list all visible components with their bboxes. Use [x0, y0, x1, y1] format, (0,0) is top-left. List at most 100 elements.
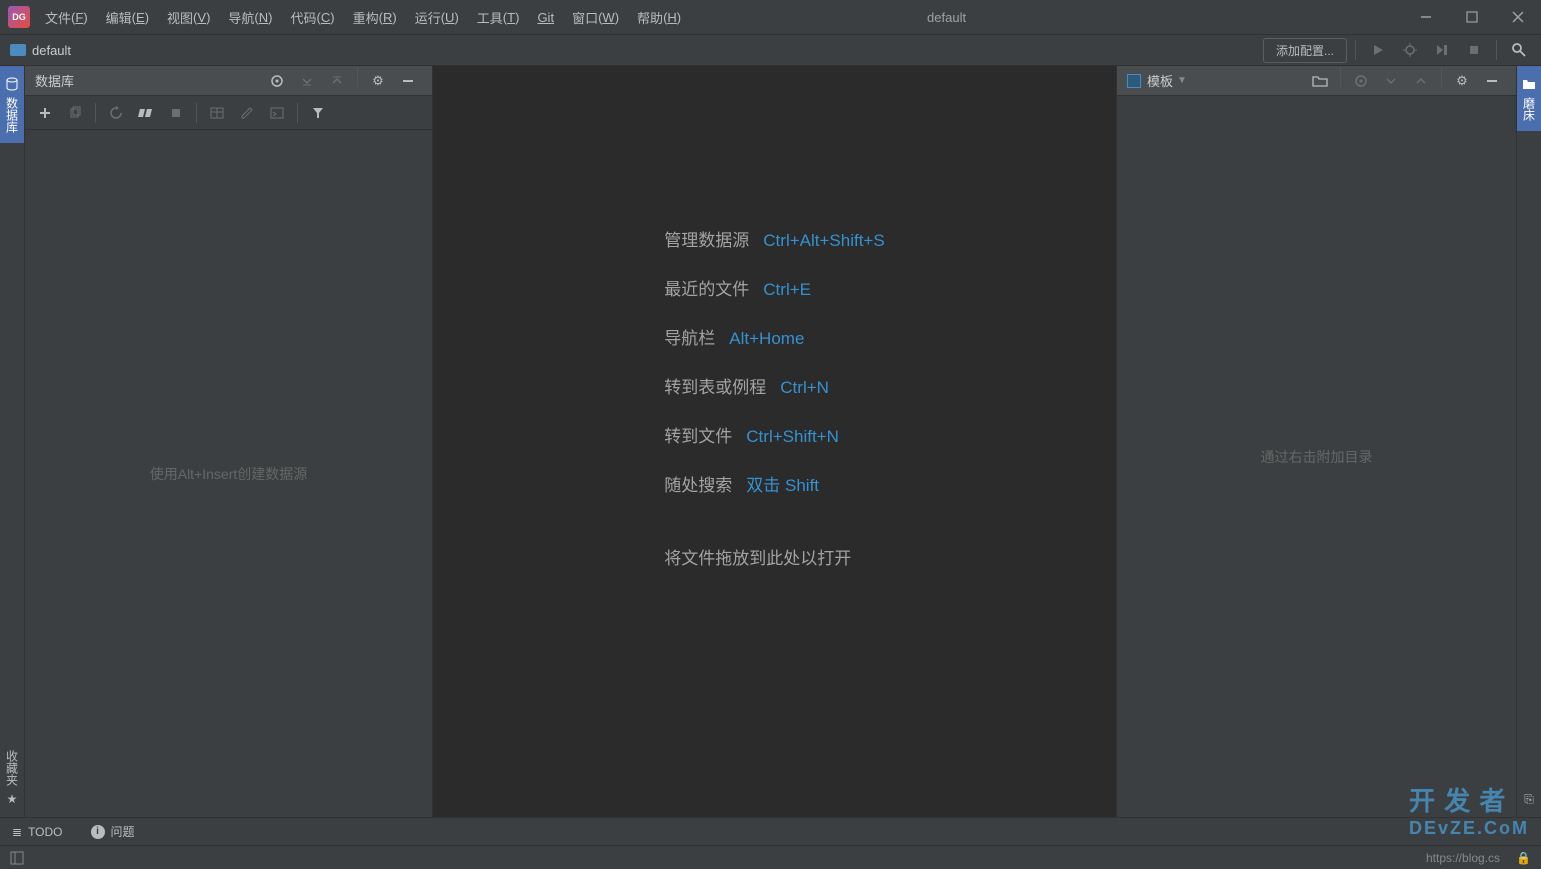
- scratches-icon: ⎘: [1521, 791, 1537, 807]
- breadcrumb[interactable]: default: [32, 43, 71, 58]
- chevron-down-icon[interactable]: ▼: [1177, 75, 1187, 86]
- add-configuration-button[interactable]: 添加配置...: [1263, 38, 1347, 63]
- copy-icon[interactable]: [61, 99, 89, 127]
- info-icon: i: [91, 825, 105, 839]
- collapse-icon[interactable]: [1407, 67, 1435, 95]
- run-icon[interactable]: [1364, 36, 1392, 64]
- problems-tool-button[interactable]: i 问题: [85, 818, 141, 845]
- database-panel-title: 数据库: [35, 71, 74, 90]
- shortcut-nav-bar: 导航栏Alt+Home: [664, 324, 884, 349]
- stop-query-icon[interactable]: [162, 99, 190, 127]
- console-icon[interactable]: [263, 99, 291, 127]
- debug-icon[interactable]: [1396, 36, 1424, 64]
- menu-tools[interactable]: 工具(T): [468, 0, 529, 34]
- menu-file[interactable]: 文件(F): [36, 0, 97, 34]
- menu-edit[interactable]: 编辑(E): [97, 0, 158, 34]
- folder-icon: [1521, 76, 1537, 92]
- shortcut-goto-file: 转到文件Ctrl+Shift+N: [664, 422, 884, 447]
- shortcut-recent-files: 最近的文件Ctrl+E: [664, 275, 884, 300]
- main-menu: 文件(F) 编辑(E) 视图(V) 导航(N) 代码(C) 重构(R) 运行(U…: [36, 0, 690, 34]
- todo-label: TODO: [28, 825, 62, 839]
- strip-scratches-button[interactable]: ⎘: [1517, 781, 1541, 817]
- strip-database-label: 数据库: [4, 97, 21, 133]
- editor-area[interactable]: 管理数据源Ctrl+Alt+Shift+S 最近的文件Ctrl+E 导航栏Alt…: [433, 66, 1116, 817]
- strip-favorites-button[interactable]: 收藏夹 ★: [0, 740, 24, 817]
- gear-icon[interactable]: ⚙: [1448, 67, 1476, 95]
- template-panel-body[interactable]: 通过右击附加目录: [1117, 96, 1516, 817]
- menu-code[interactable]: 代码(C): [282, 0, 344, 34]
- quick-access-icon[interactable]: [10, 851, 24, 865]
- shortcut-goto-table: 转到表或例程Ctrl+N: [664, 373, 884, 398]
- add-icon[interactable]: [31, 99, 59, 127]
- menu-refactor[interactable]: 重构(R): [344, 0, 406, 34]
- template-panel-title: 模板: [1147, 71, 1173, 90]
- divider: [1340, 67, 1341, 87]
- navigation-bar: default 添加配置...: [0, 34, 1541, 66]
- close-button[interactable]: [1495, 0, 1541, 34]
- divider: [1355, 40, 1356, 60]
- open-folder-icon[interactable]: [1306, 67, 1334, 95]
- template-panel: 模板 ▼ ⚙ 通过右击附加目录: [1116, 66, 1516, 817]
- status-url: https://blog.cs: [1426, 851, 1500, 865]
- minimize-button[interactable]: [1403, 0, 1449, 34]
- datasource-icon[interactable]: [132, 99, 160, 127]
- window-controls: [1403, 0, 1541, 34]
- project-icon: [10, 44, 26, 56]
- search-icon[interactable]: [1505, 36, 1533, 64]
- shortcut-manage-datasources: 管理数据源Ctrl+Alt+Shift+S: [664, 226, 884, 251]
- main-area: 数据库 收藏夹 ★ 数据库 ⚙: [0, 66, 1541, 817]
- strip-files-button[interactable]: 磨床: [1517, 66, 1541, 131]
- run-tests-icon[interactable]: [1428, 36, 1456, 64]
- menu-navigate[interactable]: 导航(N): [219, 0, 281, 34]
- shortcut-list: 管理数据源Ctrl+Alt+Shift+S 最近的文件Ctrl+E 导航栏Alt…: [664, 226, 884, 569]
- stop-icon[interactable]: [1460, 36, 1488, 64]
- filter-icon[interactable]: [304, 99, 332, 127]
- gear-icon[interactable]: ⚙: [364, 67, 392, 95]
- hide-panel-icon[interactable]: [394, 67, 422, 95]
- database-icon: [4, 76, 20, 92]
- menu-help[interactable]: 帮助(H): [628, 0, 690, 34]
- shortcut-search-everywhere: 随处搜索双击 Shift: [664, 471, 884, 496]
- menu-view[interactable]: 视图(V): [158, 0, 219, 34]
- edit-icon[interactable]: [233, 99, 261, 127]
- template-panel-header: 模板 ▼ ⚙: [1117, 66, 1516, 96]
- focus-icon[interactable]: [1347, 67, 1375, 95]
- window-title: default: [690, 10, 1403, 25]
- divider: [196, 103, 197, 123]
- database-panel-body[interactable]: 使用Alt+Insert创建数据源: [25, 130, 432, 817]
- left-tool-strip: 数据库 收藏夹 ★: [0, 66, 25, 817]
- divider: [1441, 67, 1442, 87]
- template-empty-hint: 通过右击附加目录: [1261, 447, 1373, 467]
- star-icon: ★: [4, 791, 20, 807]
- divider: [95, 103, 96, 123]
- collapse-icon[interactable]: [323, 67, 351, 95]
- menu-run[interactable]: 运行(U): [406, 0, 468, 34]
- problems-label: 问题: [111, 823, 135, 840]
- strip-database-button[interactable]: 数据库: [0, 66, 24, 143]
- database-empty-hint: 使用Alt+Insert创建数据源: [150, 464, 308, 484]
- expand-icon[interactable]: [293, 67, 321, 95]
- strip-files-label: 磨床: [1521, 97, 1538, 121]
- database-panel: 数据库 ⚙ 使用Alt+Insert创建数据源: [25, 66, 433, 817]
- divider: [297, 103, 298, 123]
- hide-panel-icon[interactable]: [1478, 67, 1506, 95]
- database-panel-header: 数据库 ⚙: [25, 66, 432, 96]
- drag-drop-hint: 将文件拖放到此处以打开: [664, 544, 884, 569]
- right-tool-strip: 磨床 ⎘: [1516, 66, 1541, 817]
- lock-icon[interactable]: 🔒: [1516, 851, 1531, 865]
- list-icon: ≣: [12, 825, 22, 839]
- expand-icon[interactable]: [1377, 67, 1405, 95]
- database-toolbar: [25, 96, 432, 130]
- focus-icon[interactable]: [263, 67, 291, 95]
- table-icon[interactable]: [203, 99, 231, 127]
- status-bar: https://blog.cs 🔒: [0, 845, 1541, 869]
- bottom-tool-bar: ≣ TODO i 问题: [0, 817, 1541, 845]
- divider: [357, 67, 358, 87]
- todo-tool-button[interactable]: ≣ TODO: [6, 818, 69, 845]
- template-icon: [1127, 74, 1141, 88]
- refresh-icon[interactable]: [102, 99, 130, 127]
- menu-git[interactable]: Git: [528, 0, 563, 34]
- app-logo-icon: DG: [8, 6, 30, 28]
- menu-window[interactable]: 窗口(W): [563, 0, 628, 34]
- maximize-button[interactable]: [1449, 0, 1495, 34]
